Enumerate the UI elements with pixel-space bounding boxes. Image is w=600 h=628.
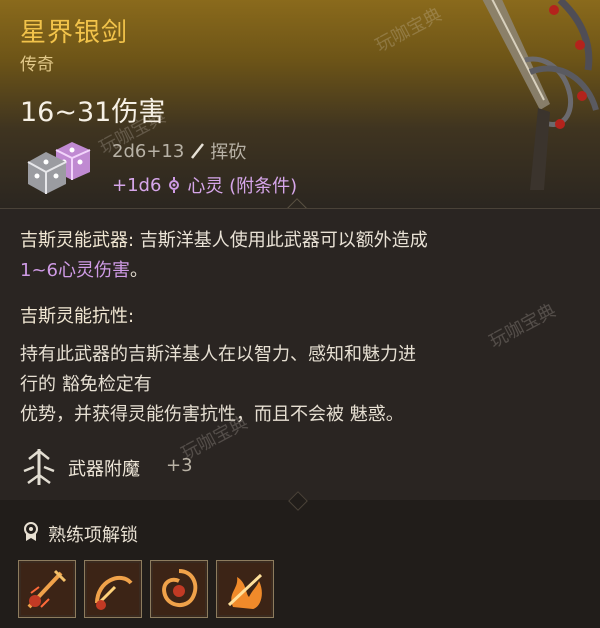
- item-tooltip: 星界银剑 传奇 16~31伤害 2d6+13 挥砍 +1d6 心灵 (附条件) …: [0, 0, 600, 628]
- slashing-icon: [191, 143, 205, 159]
- psychic-damage-highlight: 1~6心灵伤害: [20, 260, 130, 281]
- enchantment-label: 武器附魔: [68, 459, 140, 480]
- proficiency-actions: [18, 560, 274, 618]
- extra-damage-type: 心灵 (附条件): [187, 176, 298, 197]
- damage-type: 挥砍: [210, 142, 247, 163]
- slash-strike-icon: [21, 563, 73, 615]
- dice-base: 2d6+13: [112, 140, 185, 162]
- unlock-icon: [24, 522, 38, 541]
- ability-resistance-line: 优势，并获得灵能伤害抗性，而且不会被 魅惑。: [20, 404, 404, 425]
- ability-tail: 。: [130, 260, 148, 281]
- dice-base-row: 2d6+13 挥砍: [112, 138, 246, 164]
- ability-resistance-line: 持有此武器的吉斯洋基人在以智力、感知和魅力进: [20, 344, 416, 365]
- tooltip-header: 星界银剑 传奇 16~31伤害 2d6+13 挥砍 +1d6 心灵 (附条件): [0, 0, 600, 208]
- item-name: 星界银剑: [20, 18, 129, 48]
- dice-icon: [27, 142, 91, 194]
- ability-psionic-weapon: 吉斯灵能武器: 吉斯洋基人使用此武器可以额外造成 1~6心灵伤害。: [20, 226, 580, 286]
- psychic-icon: [169, 177, 180, 193]
- ability-title: 吉斯灵能武器:: [20, 230, 135, 251]
- dice-extra-row: +1d6 心灵 (附条件): [112, 172, 297, 198]
- enchantment-bonus: +3: [166, 455, 193, 476]
- action-slot[interactable]: [150, 560, 208, 618]
- flame-strike-icon: [219, 563, 271, 615]
- ability-text: 吉斯洋基人使用此武器可以额外造成: [134, 230, 428, 251]
- dice-extra: +1d6: [112, 174, 162, 196]
- proficiency-unlock-label: 熟练项解锁: [48, 525, 138, 546]
- action-slot[interactable]: [18, 560, 76, 618]
- item-rarity: 传奇: [20, 55, 54, 75]
- ability-resistance-title: 吉斯灵能抗性:: [20, 306, 135, 327]
- enchantment-icon: [23, 449, 55, 485]
- sword-art-icon: [482, 0, 599, 190]
- spin-attack-icon: [153, 563, 205, 615]
- ability-resistance-line: 行的 豁免检定有: [20, 374, 152, 395]
- whirl-slash-icon: [87, 563, 139, 615]
- action-slot[interactable]: [216, 560, 274, 618]
- damage-range: 16~31伤害: [20, 97, 166, 128]
- action-slot[interactable]: [84, 560, 142, 618]
